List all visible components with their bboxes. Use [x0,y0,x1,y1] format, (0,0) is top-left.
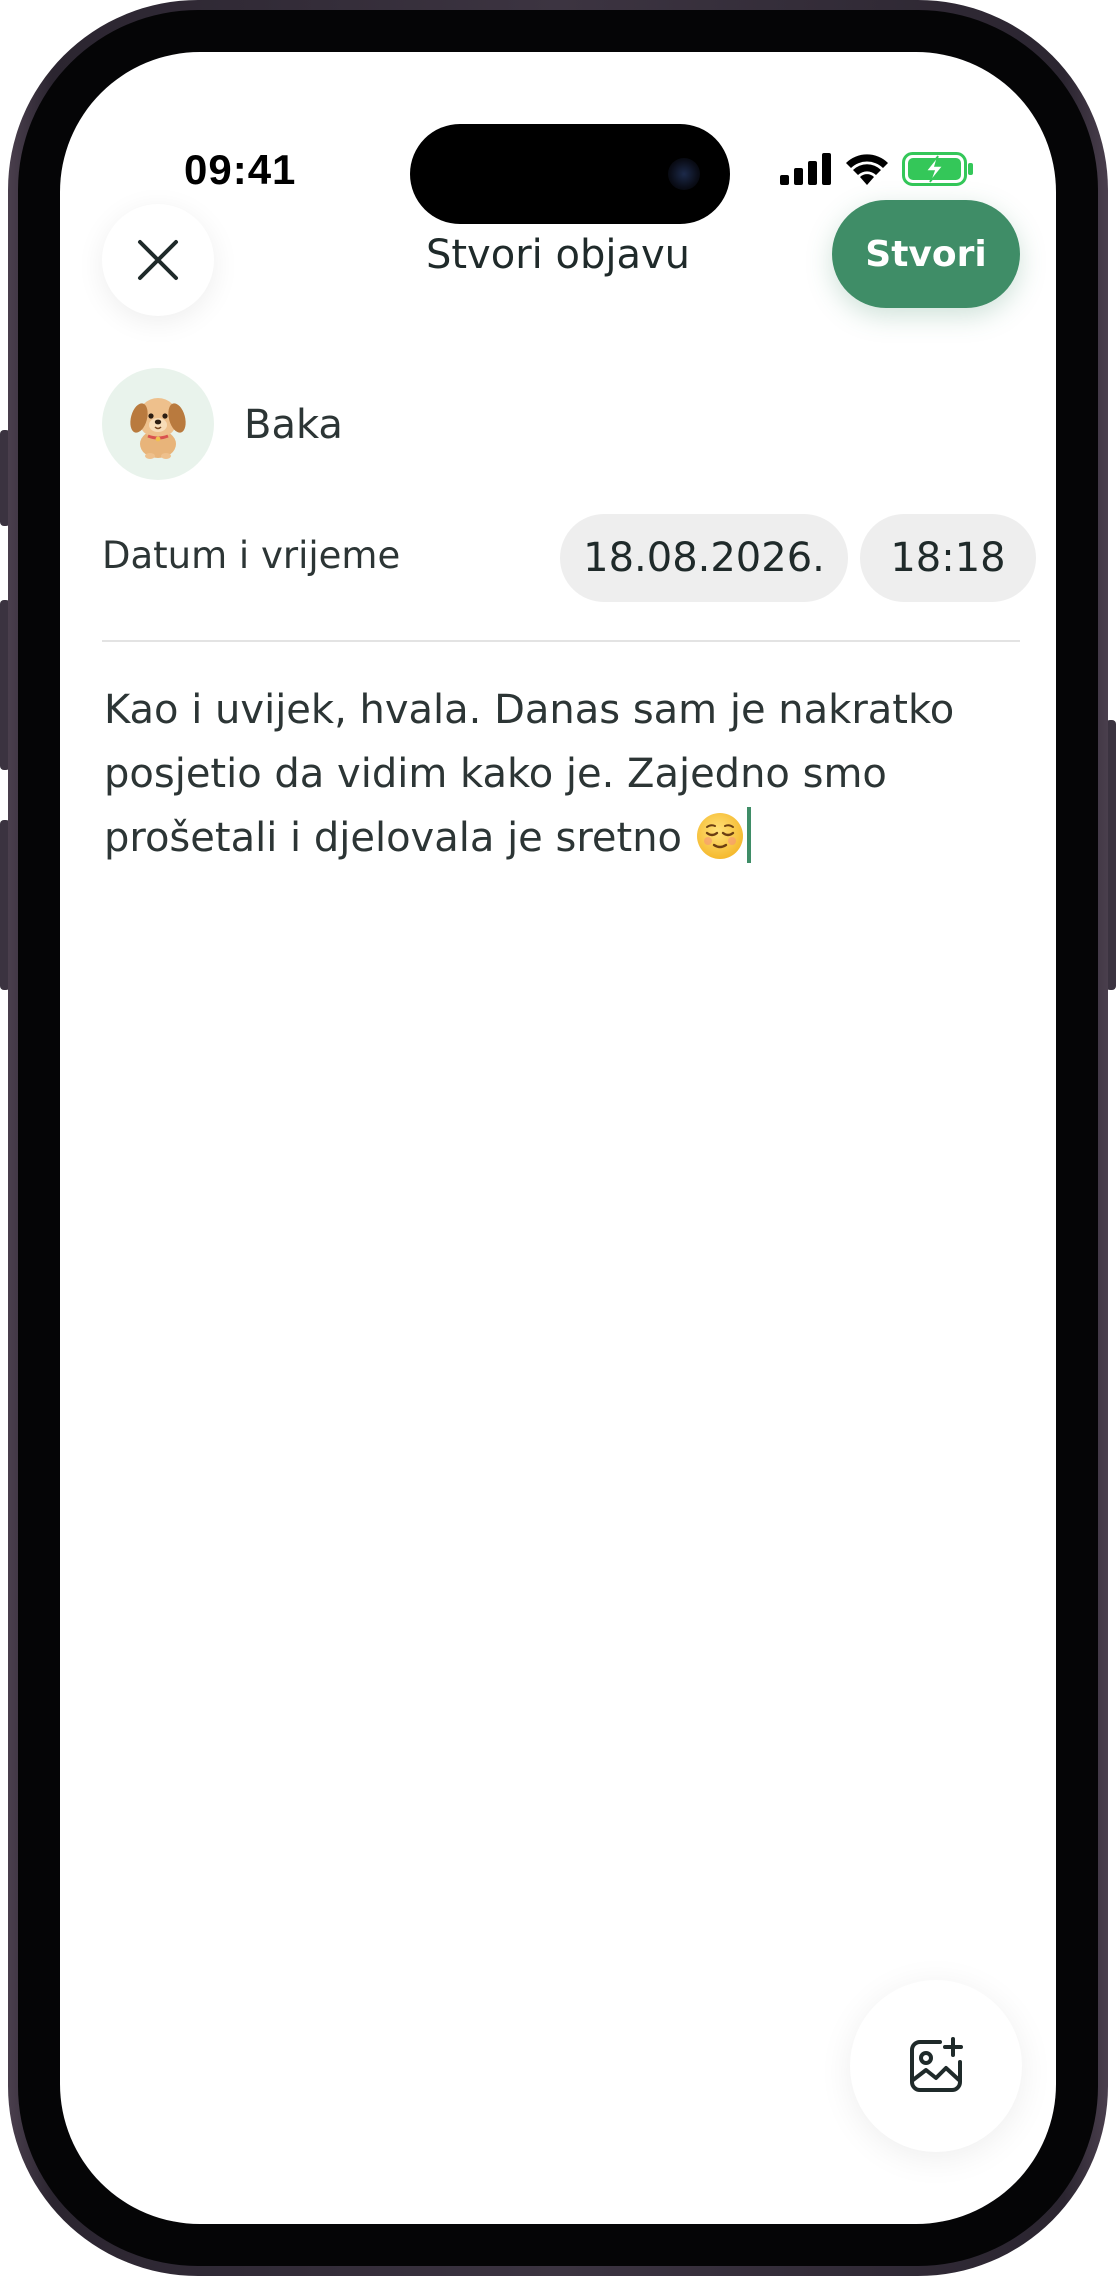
status-icons [780,152,974,186]
phone-bezel: 09:41 Stvori objavu Stvori Baka Datum i … [18,10,1098,2266]
time-picker-button[interactable]: 18:18 [860,514,1036,602]
avatar[interactable] [102,368,214,480]
create-button[interactable]: Stvori [832,200,1020,308]
battery-charging-icon [902,152,973,186]
status-time: 09:41 [184,146,297,193]
datetime-label: Datum i vrijeme [102,534,401,577]
wifi-icon [846,154,888,185]
screen: 09:41 Stvori objavu Stvori Baka Datum i … [60,52,1056,2224]
date-picker-button[interactable]: 18.08.2026. [560,514,848,602]
dog-avatar-icon [130,398,186,459]
post-text: Kao i uvijek, hvala. Danas sam je nakrat… [104,687,955,861]
text-caret [746,807,751,863]
add-media-button[interactable] [850,1980,1022,2152]
front-camera [668,158,700,190]
phone-frame: 09:41 Stvori objavu Stvori Baka Datum i … [8,0,1108,2276]
divider [102,640,1020,642]
add-image-icon [910,2037,963,2092]
relieved-face-emoji [696,813,743,859]
signal-icon [780,153,831,185]
post-text-input[interactable]: Kao i uvijek, hvala. Danas sam je nakrat… [104,678,984,870]
profile-name[interactable]: Baka [244,402,343,448]
dynamic-island [410,124,730,224]
